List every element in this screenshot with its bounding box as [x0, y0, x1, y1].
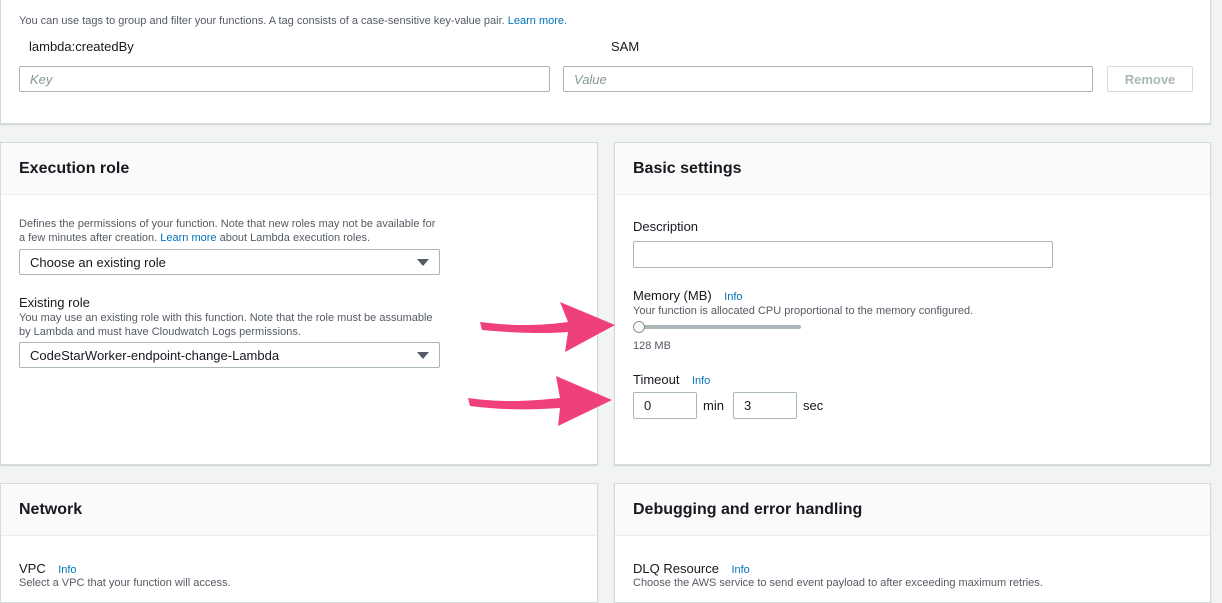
- debugging-panel: Debugging and error handling DLQ Resourc…: [614, 483, 1211, 603]
- description-input[interactable]: [633, 241, 1053, 268]
- memory-info-link[interactable]: Info: [724, 291, 742, 303]
- network-title: Network: [19, 500, 83, 518]
- basic-settings-panel: Basic settings Description Memory (MB) I…: [614, 142, 1211, 465]
- memory-value: 128 MB: [633, 340, 671, 352]
- memory-slider-track[interactable]: [633, 325, 801, 329]
- network-header: Network: [1, 484, 597, 536]
- timeout-label: Timeout: [633, 372, 680, 387]
- existing-role-label: Existing role: [19, 295, 90, 310]
- chevron-down-icon: [417, 351, 429, 359]
- memory-help: Your function is allocated CPU proportio…: [633, 305, 974, 317]
- debugging-title: Debugging and error handling: [633, 500, 863, 518]
- execution-role-learn-more-link[interactable]: Learn more: [160, 232, 216, 244]
- timeout-min-input[interactable]: [633, 392, 697, 419]
- execution-role-description: Defines the permissions of your function…: [19, 218, 436, 244]
- dlq-help: Choose the AWS service to send event pay…: [633, 577, 1043, 589]
- memory-slider-thumb[interactable]: [633, 321, 645, 333]
- existing-role-select[interactable]: CodeStarWorker-endpoint-change-Lambda: [19, 342, 440, 368]
- description-label: Description: [633, 219, 699, 234]
- tags-learn-more-link[interactable]: Learn more.: [508, 15, 567, 27]
- vpc-info-link[interactable]: Info: [58, 564, 76, 576]
- tag-value-text: SAM: [611, 39, 640, 54]
- tag-key-input[interactable]: [19, 66, 550, 92]
- tags-panel: You can use tags to group and filter you…: [0, 0, 1211, 124]
- tags-description: You can use tags to group and filter you…: [19, 15, 568, 27]
- tag-value-input[interactable]: [563, 66, 1093, 92]
- execution-role-title: Execution role: [19, 159, 130, 177]
- timeout-sec-input[interactable]: [733, 392, 797, 419]
- timeout-sec-unit: sec: [803, 398, 824, 413]
- vpc-help: Select a VPC that your function will acc…: [19, 577, 231, 589]
- dlq-info-link[interactable]: Info: [731, 564, 749, 576]
- execution-role-panel: Execution role Defines the permissions o…: [0, 142, 598, 465]
- basic-settings-title: Basic settings: [633, 159, 742, 177]
- timeout-min-unit: min: [703, 398, 724, 413]
- dlq-label: DLQ Resource: [633, 561, 719, 576]
- tag-key-text: lambda:createdBy: [29, 39, 134, 54]
- role-type-select[interactable]: Choose an existing role: [19, 249, 440, 275]
- memory-label: Memory (MB): [633, 288, 712, 303]
- debugging-header: Debugging and error handling: [615, 484, 1210, 536]
- timeout-label-row: Timeout Info: [633, 371, 710, 389]
- memory-label-row: Memory (MB) Info: [633, 287, 743, 305]
- network-panel: Network VPC Info Select a VPC that your …: [0, 483, 598, 603]
- execution-role-header: Execution role: [1, 143, 597, 195]
- existing-role-help: You may use an existing role with this f…: [19, 312, 433, 338]
- basic-settings-header: Basic settings: [615, 143, 1210, 195]
- remove-tag-button[interactable]: Remove: [1107, 66, 1193, 92]
- timeout-info-link[interactable]: Info: [692, 375, 710, 387]
- chevron-down-icon: [417, 258, 429, 266]
- vpc-label: VPC: [19, 561, 46, 576]
